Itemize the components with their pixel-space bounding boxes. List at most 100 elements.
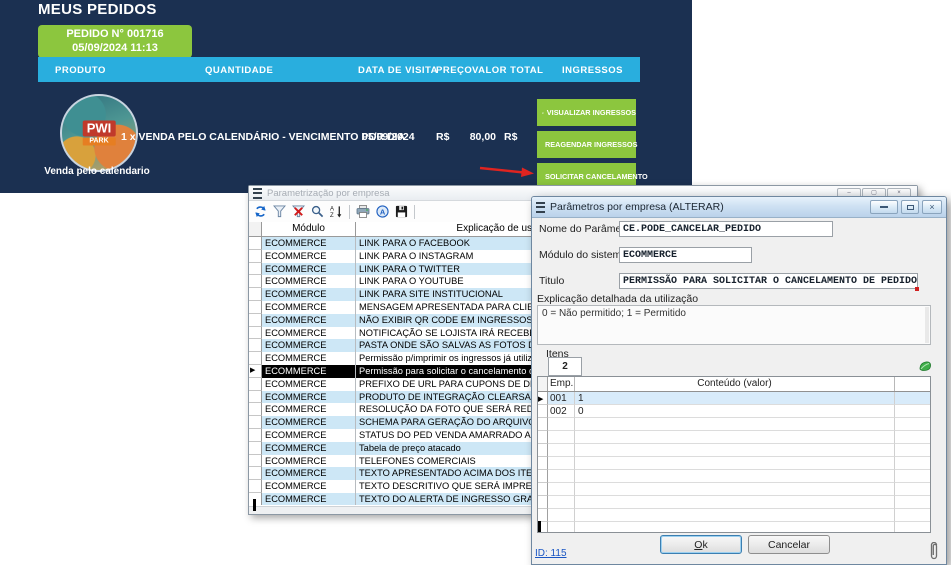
itens-row[interactable]: 001 1 bbox=[538, 392, 930, 405]
row-value bbox=[575, 509, 895, 522]
row-extra bbox=[895, 470, 930, 483]
row-gutter bbox=[538, 431, 548, 444]
toolbar-separator bbox=[349, 205, 350, 219]
zoom-icon[interactable] bbox=[311, 205, 324, 218]
itens-row[interactable] bbox=[538, 496, 930, 509]
paperclip-icon[interactable] bbox=[928, 542, 940, 562]
row-gutter bbox=[538, 470, 548, 483]
row-module: ECOMMERCE bbox=[262, 429, 356, 442]
module-column-header[interactable]: Módulo bbox=[262, 222, 356, 236]
title-field[interactable]: PERMISSÃO PARA SOLICITAR O CANCELAMENTO … bbox=[619, 273, 918, 289]
itens-grid-header: Emp. Conteúdo (valor) bbox=[538, 377, 930, 392]
row-gutter bbox=[538, 444, 548, 457]
row-module: ECOMMERCE bbox=[262, 391, 356, 404]
row-emp bbox=[548, 470, 575, 483]
itens-row[interactable] bbox=[538, 509, 930, 522]
itens-count-field[interactable]: 2 bbox=[548, 357, 582, 376]
dialog-titlebar[interactable]: Parâmetros por empresa (ALTERAR) × bbox=[532, 197, 946, 218]
save-icon[interactable] bbox=[395, 205, 408, 218]
row-gutter bbox=[249, 391, 262, 404]
gutter-header bbox=[249, 222, 262, 236]
extra-column-header bbox=[895, 377, 930, 391]
itens-action-icon[interactable] bbox=[918, 360, 932, 373]
itens-row[interactable] bbox=[538, 483, 930, 496]
row-emp bbox=[548, 522, 575, 533]
row-gutter bbox=[249, 455, 262, 468]
filter-icon[interactable] bbox=[273, 205, 286, 218]
itens-row[interactable] bbox=[538, 470, 930, 483]
row-gutter bbox=[249, 365, 262, 378]
itens-row[interactable] bbox=[538, 431, 930, 444]
parametros-dialog: Parâmetros por empresa (ALTERAR) × Nome … bbox=[531, 196, 947, 565]
order-number: PEDIDO N° 001716 bbox=[38, 27, 192, 41]
order-badge: PEDIDO N° 001716 05/09/2024 11:13 bbox=[38, 25, 192, 58]
value-column-header[interactable]: Conteúdo (valor) bbox=[575, 377, 895, 391]
itens-row[interactable] bbox=[538, 457, 930, 470]
emp-column-header[interactable]: Emp. bbox=[548, 377, 575, 391]
screen: MEUS PEDIDOS PEDIDO N° 001716 05/09/2024… bbox=[0, 0, 951, 565]
row-module: ECOMMERCE bbox=[262, 378, 356, 391]
circled-a-icon[interactable]: A bbox=[376, 205, 389, 218]
itens-row[interactable] bbox=[538, 444, 930, 457]
red-pointer-arrow-icon bbox=[478, 164, 536, 178]
itens-row[interactable] bbox=[538, 522, 930, 533]
module-field[interactable]: ECOMMERCE bbox=[619, 247, 752, 263]
reagendar-ingressos-button[interactable]: REAGENDAR INGRESSOS bbox=[537, 131, 636, 158]
menu-icon[interactable] bbox=[536, 202, 545, 213]
menu-icon[interactable] bbox=[253, 188, 262, 199]
row-module: ECOMMERCE bbox=[262, 301, 356, 314]
svg-text:A: A bbox=[330, 207, 334, 213]
column-valor-total: VALOR TOTAL bbox=[472, 65, 543, 76]
sort-az-icon[interactable]: AZ bbox=[330, 205, 343, 218]
row-emp bbox=[548, 509, 575, 522]
minimize-button[interactable] bbox=[870, 200, 898, 214]
itens-grid: Emp. Conteúdo (valor) 001 1 bbox=[537, 376, 931, 533]
itens-row[interactable]: 002 0 bbox=[538, 405, 930, 418]
filter-clear-icon[interactable] bbox=[292, 205, 305, 218]
text-caret bbox=[538, 521, 541, 532]
row-emp: 002 bbox=[548, 405, 575, 418]
row-gutter bbox=[249, 263, 262, 276]
refresh-icon[interactable] bbox=[254, 205, 267, 218]
row-module: ECOMMERCE bbox=[262, 480, 356, 493]
row-emp bbox=[548, 431, 575, 444]
print-icon[interactable] bbox=[356, 205, 370, 218]
param-name-field[interactable]: CE.PODE_CANCELAR_PEDIDO bbox=[619, 221, 833, 237]
explanation-box[interactable]: 0 = Não permitido; 1 = Permitido bbox=[537, 305, 931, 345]
window-controls: × bbox=[870, 200, 942, 214]
row-gutter bbox=[538, 457, 548, 470]
price-value: 80,00 bbox=[456, 131, 496, 143]
row-gutter bbox=[538, 418, 548, 431]
order-table-header bbox=[38, 57, 640, 82]
itens-row[interactable] bbox=[538, 418, 930, 431]
cancel-button[interactable]: Cancelar bbox=[748, 535, 830, 554]
row-module: ECOMMERCE bbox=[262, 250, 356, 263]
row-gutter bbox=[249, 378, 262, 391]
product-logo: PWI PARK bbox=[83, 121, 116, 146]
svg-text:Z: Z bbox=[330, 213, 334, 218]
row-gutter bbox=[249, 403, 262, 416]
module-label: Módulo do sistema bbox=[539, 249, 627, 261]
row-extra bbox=[895, 509, 930, 522]
close-button[interactable]: × bbox=[922, 200, 942, 214]
column-produto: PRODUTO bbox=[55, 65, 106, 76]
product-caption: Venda pelo calendario bbox=[37, 166, 157, 178]
record-id-link[interactable]: ID: 115 bbox=[535, 548, 567, 559]
row-value bbox=[575, 496, 895, 509]
row-module: ECOMMERCE bbox=[262, 237, 356, 250]
row-emp bbox=[548, 418, 575, 431]
button-label: SOLICITAR CANCELAMENTO bbox=[545, 172, 648, 181]
window-title: Parametrização por empresa bbox=[267, 188, 390, 199]
row-module: ECOMMERCE bbox=[262, 275, 356, 288]
price-currency: R$ bbox=[436, 131, 449, 143]
row-gutter bbox=[249, 314, 262, 327]
row-gutter bbox=[249, 352, 262, 365]
cancel-button-label: Cancelar bbox=[768, 539, 810, 551]
dialog-body: Nome do Parâmetro CE.PODE_CANCELAR_PEDID… bbox=[532, 218, 946, 564]
maximize-button[interactable] bbox=[901, 200, 919, 214]
visualizar-ingressos-button[interactable]: VISUALIZAR INGRESSOS bbox=[537, 99, 636, 126]
ok-button[interactable]: Ok bbox=[660, 535, 742, 554]
row-value bbox=[575, 483, 895, 496]
row-gutter bbox=[538, 405, 548, 418]
ok-button-label: Ok bbox=[667, 537, 735, 554]
